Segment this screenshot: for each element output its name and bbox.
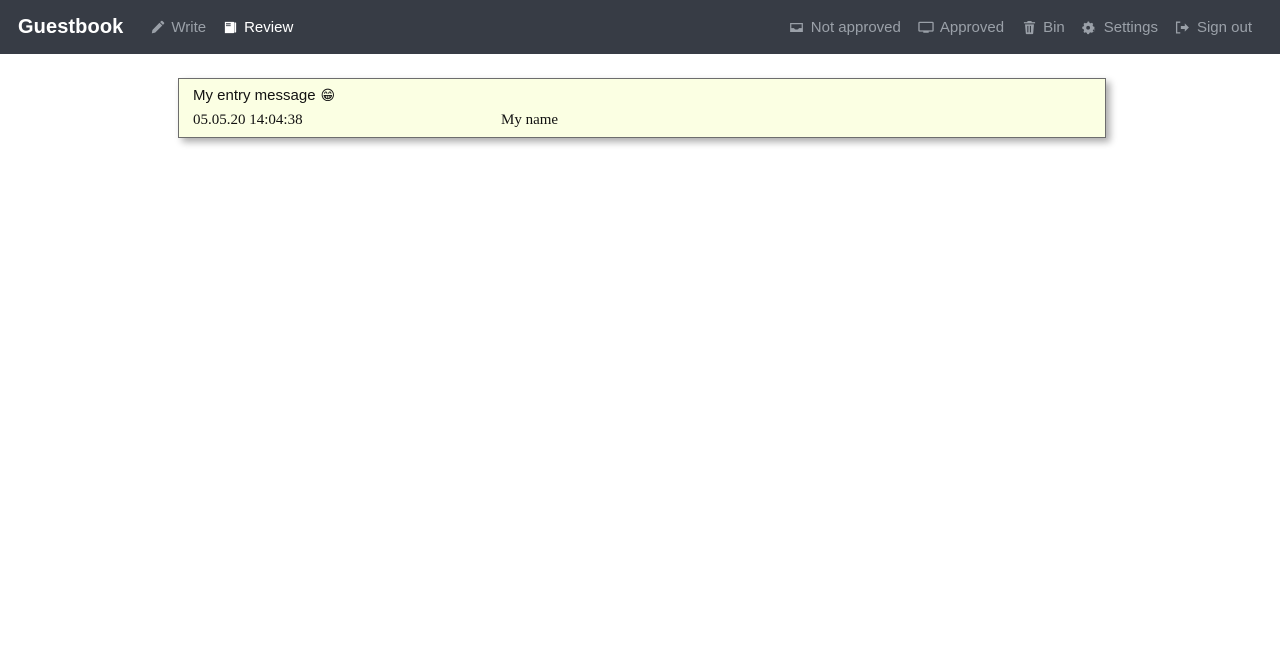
- nav-item-write[interactable]: Write: [149, 19, 206, 35]
- primary-nav: Write Review: [149, 19, 293, 35]
- nav-item-not-approved[interactable]: Not approved: [789, 19, 901, 35]
- pencil-icon: [149, 19, 165, 35]
- secondary-nav: Not approved Approved Bin Settings Sign …: [789, 19, 1264, 35]
- entry-message-row: My entry message 😁: [193, 86, 1091, 106]
- nav-item-settings[interactable]: Settings: [1082, 19, 1158, 35]
- nav-item-bin-label: Bin: [1043, 18, 1065, 36]
- gears-icon: [1082, 19, 1098, 35]
- inbox-icon: [789, 19, 805, 35]
- entry-message-text: My entry message: [193, 87, 316, 104]
- nav-item-sign-out[interactable]: Sign out: [1175, 19, 1252, 35]
- page-content: My entry message 😁 05.05.20 14:04:38 My …: [0, 54, 1280, 654]
- nav-item-settings-label: Settings: [1103, 18, 1158, 36]
- entry-timestamp: 05.05.20 14:04:38: [193, 112, 303, 128]
- sign-out-icon: [1175, 19, 1191, 35]
- nav-item-review-label: Review: [244, 18, 294, 36]
- entry-card[interactable]: My entry message 😁 05.05.20 14:04:38 My …: [178, 78, 1106, 138]
- top-navbar: Guestbook Write Review Not approved Appr…: [0, 0, 1280, 54]
- nav-item-bin[interactable]: Bin: [1021, 19, 1065, 35]
- entry-author: My name: [501, 112, 559, 128]
- nav-item-approved[interactable]: Approved: [918, 19, 1004, 35]
- nav-item-not-approved-label: Not approved: [810, 18, 901, 36]
- brand-title: Guestbook: [18, 15, 124, 38]
- entry-meta-row: 05.05.20 14:04:38 My name: [193, 111, 1091, 129]
- trash-icon: [1021, 19, 1037, 35]
- nav-item-sign-out-label: Sign out: [1196, 18, 1252, 36]
- grinning-face-emoji: 😁: [320, 88, 336, 104]
- nav-item-write-label: Write: [171, 18, 207, 36]
- entry-list: My entry message 😁 05.05.20 14:04:38 My …: [178, 78, 1106, 138]
- monitor-icon: [918, 19, 934, 35]
- nav-item-approved-label: Approved: [939, 18, 1005, 36]
- book-icon: [222, 19, 238, 35]
- nav-item-review[interactable]: Review: [222, 19, 293, 35]
